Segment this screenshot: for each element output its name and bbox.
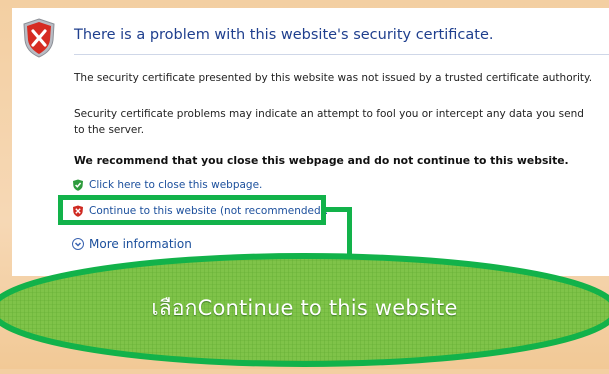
page-title: There is a problem with this website's s… [74,27,494,43]
close-webpage-link[interactable]: Click here to close this webpage. [72,179,262,191]
divider [74,54,609,55]
highlight-box [58,195,326,225]
expand-chevron-icon [72,238,84,250]
warning-text: Security certificate problems may indica… [74,108,584,136]
security-shield-icon [23,18,55,58]
close-webpage-link-text[interactable]: Click here to close this webpage. [89,179,262,191]
more-information-text[interactable]: More information [89,237,192,251]
recommendation-text: We recommend that you close this webpage… [74,154,569,167]
description-text: The security certificate presented by th… [74,72,593,84]
green-shield-icon [73,179,83,191]
callout-text: เลือกContinue to this website [151,296,458,320]
certificate-error-panel: There is a problem with this website's s… [12,8,609,276]
more-information-toggle[interactable]: More information [72,237,192,251]
